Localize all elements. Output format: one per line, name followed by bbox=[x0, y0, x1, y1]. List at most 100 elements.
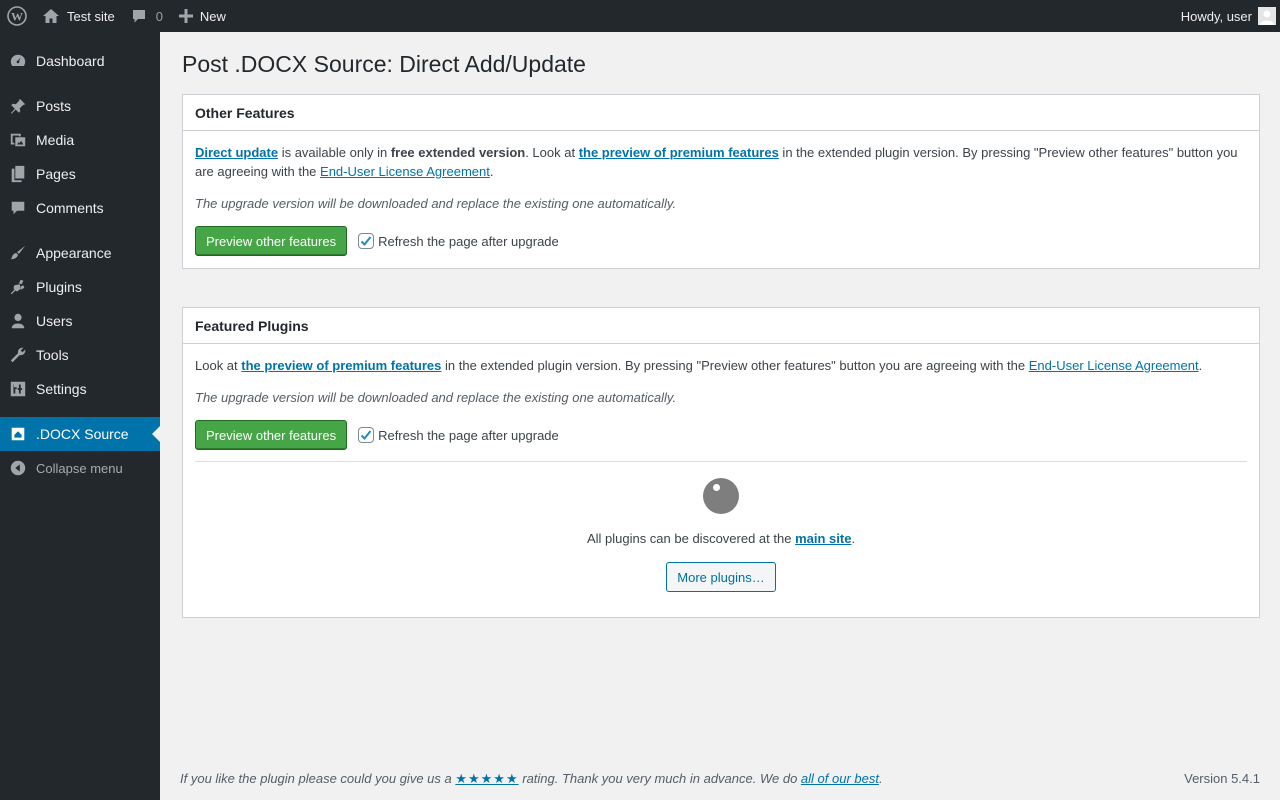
sidebar-item-label: Plugins bbox=[36, 279, 82, 295]
text: . bbox=[878, 771, 883, 786]
checkbox-label-text: Refresh the page after upgrade bbox=[378, 233, 559, 249]
eula-link[interactable]: End-User License Agreement bbox=[320, 164, 490, 179]
sidebar-item-label: Pages bbox=[36, 166, 76, 182]
new-label: New bbox=[199, 8, 226, 24]
sidebar-item-label: Settings bbox=[36, 381, 87, 397]
more-plugins-button[interactable]: More plugins… bbox=[666, 562, 776, 592]
user-icon bbox=[0, 312, 36, 330]
free-version-text: free extended version bbox=[390, 145, 526, 160]
other-features-box: Other Features Direct update is availabl… bbox=[182, 94, 1260, 269]
sidebar-item-docx-source[interactable]: .DOCX Source bbox=[0, 417, 160, 451]
actions-row: Preview other features Refresh the page … bbox=[195, 226, 1247, 256]
comments-count: 0 bbox=[155, 8, 163, 24]
admin-sidebar: Dashboard Posts Media Pages Comments App… bbox=[0, 32, 160, 800]
eula-link[interactable]: End-User License Agreement bbox=[1029, 358, 1199, 373]
sidebar-item-label: Comments bbox=[36, 200, 104, 216]
sidebar-item-pages[interactable]: Pages bbox=[0, 157, 160, 191]
box-body: Direct update is available only in free … bbox=[183, 131, 1259, 268]
collapse-arrow-icon bbox=[0, 459, 36, 477]
checkmark-icon bbox=[360, 430, 372, 440]
text: Look at bbox=[195, 358, 242, 373]
sidebar-item-label: Appearance bbox=[36, 245, 112, 261]
media-icon bbox=[0, 131, 36, 149]
page-title: Post .DOCX Source: Direct Add/Update bbox=[182, 51, 586, 77]
version-text: Version 5.4.1 bbox=[1184, 771, 1260, 786]
sidebar-item-label: Tools bbox=[36, 347, 69, 363]
sidebar-item-media[interactable]: Media bbox=[0, 123, 160, 157]
main-site-link[interactable]: main site bbox=[795, 531, 851, 546]
premium-preview-link[interactable]: the preview of premium features bbox=[579, 145, 779, 160]
sidebar-item-posts[interactable]: Posts bbox=[0, 89, 160, 123]
sidebar-item-plugins[interactable]: Plugins bbox=[0, 270, 160, 304]
text: All plugins can be discovered at the bbox=[586, 531, 796, 546]
account-menu[interactable]: Howdy, user bbox=[1173, 0, 1280, 32]
sidebar-item-dashboard[interactable]: Dashboard bbox=[0, 44, 160, 78]
pin-icon bbox=[0, 97, 36, 115]
home-icon bbox=[42, 8, 60, 24]
sidebar-item-label: .DOCX Source bbox=[36, 426, 129, 442]
wrench-icon bbox=[0, 346, 36, 364]
upgrade-note-text: The upgrade version will be downloaded a… bbox=[195, 196, 677, 211]
sidebar-item-label: Posts bbox=[36, 98, 72, 114]
sidebar-item-settings[interactable]: Settings bbox=[0, 372, 160, 406]
upgrade-note: The upgrade version will be downloaded a… bbox=[195, 388, 1247, 407]
text: is available only in bbox=[278, 145, 391, 160]
admin-bar: W Test site 0 New Howdy, user bbox=[0, 0, 1280, 32]
footer: If you like the plugin please could you … bbox=[180, 771, 1260, 787]
all-our-best-link[interactable]: all of our best bbox=[801, 771, 879, 786]
sidebar-item-label: Users bbox=[36, 313, 73, 329]
refresh-checkbox-label[interactable]: Refresh the page after upgrade bbox=[358, 426, 559, 445]
upgrade-note: The upgrade version will be downloaded a… bbox=[195, 194, 1247, 213]
comments-link[interactable]: 0 bbox=[123, 0, 171, 32]
refresh-checkbox[interactable] bbox=[358, 233, 375, 249]
site-name: Test site bbox=[67, 8, 115, 24]
loading-spinner-icon bbox=[703, 478, 739, 514]
actions-row: Preview other features Refresh the page … bbox=[195, 420, 1247, 450]
sidebar-item-comments[interactable]: Comments bbox=[0, 191, 160, 225]
text: in the extended plugin version. By press… bbox=[441, 358, 1029, 373]
direct-update-link[interactable]: Direct update bbox=[195, 145, 278, 160]
pages-icon bbox=[0, 165, 36, 183]
checkmark-icon bbox=[360, 236, 372, 246]
comment-bubble-icon bbox=[131, 8, 147, 24]
greeting: Howdy, user bbox=[1180, 8, 1252, 24]
text: rating. Thank you very much in advance. … bbox=[518, 771, 801, 786]
footer-rating-text: If you like the plugin please could you … bbox=[180, 771, 883, 787]
more-plugins-row: More plugins… bbox=[195, 562, 1247, 592]
comment-icon bbox=[0, 199, 36, 217]
collapse-menu-button[interactable]: Collapse menu bbox=[0, 451, 160, 485]
sidebar-item-tools[interactable]: Tools bbox=[0, 338, 160, 372]
sidebar-item-users[interactable]: Users bbox=[0, 304, 160, 338]
docx-icon bbox=[0, 425, 36, 443]
sidebar-item-label: Dashboard bbox=[36, 53, 105, 69]
new-content-link[interactable]: New bbox=[171, 0, 234, 32]
collapse-menu-label: Collapse menu bbox=[36, 460, 123, 476]
box-heading: Featured Plugins bbox=[183, 308, 1259, 344]
checkbox-label-text: Refresh the page after upgrade bbox=[378, 427, 559, 443]
plug-icon bbox=[0, 278, 36, 296]
settings-icon bbox=[0, 380, 36, 398]
box-heading: Other Features bbox=[183, 95, 1259, 131]
site-name-link[interactable]: Test site bbox=[34, 0, 123, 32]
dashboard-icon bbox=[0, 52, 36, 70]
featured-plugins-box: Featured Plugins Look at the preview of … bbox=[182, 307, 1260, 618]
sidebar-item-label: Media bbox=[36, 132, 75, 148]
svg-text:W: W bbox=[11, 10, 23, 24]
text: . Look at bbox=[525, 145, 579, 160]
plus-icon bbox=[178, 9, 193, 23]
wordpress-logo-icon[interactable]: W bbox=[0, 0, 34, 32]
premium-preview-link[interactable]: the preview of premium features bbox=[241, 358, 441, 373]
text: . bbox=[1198, 358, 1203, 373]
rating-stars-link[interactable]: ★★★★★ bbox=[455, 771, 518, 786]
box-body: Look at the preview of premium features … bbox=[183, 344, 1259, 617]
refresh-checkbox[interactable] bbox=[358, 427, 375, 443]
discover-text: All plugins can be discovered at the mai… bbox=[195, 529, 1247, 548]
text: . bbox=[851, 531, 856, 546]
preview-features-button[interactable]: Preview other features bbox=[195, 420, 348, 450]
refresh-checkbox-label[interactable]: Refresh the page after upgrade bbox=[358, 232, 559, 251]
text: . bbox=[489, 164, 494, 179]
sidebar-item-appearance[interactable]: Appearance bbox=[0, 236, 160, 270]
preview-features-button[interactable]: Preview other features bbox=[195, 226, 348, 256]
description: Direct update is available only in free … bbox=[195, 143, 1247, 181]
avatar bbox=[1258, 7, 1276, 25]
